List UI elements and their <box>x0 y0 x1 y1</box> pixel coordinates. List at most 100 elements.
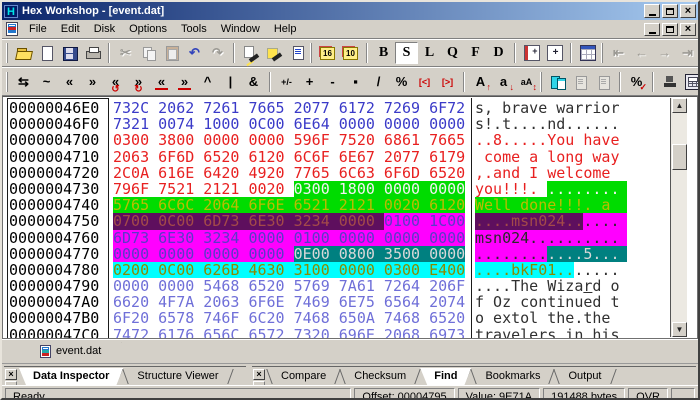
replace-button[interactable] <box>262 42 285 64</box>
ascii-segment[interactable]: msn024.......... <box>475 229 627 246</box>
menu-item-tools[interactable]: Tools <box>174 21 214 37</box>
tab-compare[interactable]: Compare <box>267 368 340 385</box>
toolbar-grip[interactable] <box>6 43 8 63</box>
xor-button[interactable]: ^ <box>196 71 219 93</box>
roll-left-button[interactable]: « <box>150 71 173 93</box>
hex-segment[interactable]: 5765 6C6C 2064 6F6E 6521 2121 0020 6120 <box>113 197 466 213</box>
ascii-segment[interactable]: ....5... <box>547 245 627 262</box>
and-button[interactable]: & <box>242 71 265 93</box>
hex-segment[interactable]: 0300 1800 0000 0000 <box>293 181 466 197</box>
long-button[interactable]: L <box>418 42 441 64</box>
print-button[interactable] <box>81 42 104 64</box>
hex-segment[interactable]: 0E00 0800 3500 0000 <box>293 245 466 262</box>
mdi-restore-button[interactable] <box>662 22 678 36</box>
hex-segment[interactable]: 796F 7521 2121 0020 <box>113 181 294 197</box>
ascii-segment[interactable]: ..8.....You have <box>475 132 620 148</box>
hex-segment[interactable]: 732C 2062 7261 7665 2077 6172 7269 6F72 <box>113 100 465 116</box>
hex-segment[interactable]: 0300 3800 0000 0000 596F 7520 6861 7665 <box>113 132 465 148</box>
toolbar-grip[interactable] <box>310 43 312 63</box>
block-shift-left-button[interactable]: [<] <box>413 71 436 93</box>
restore-button[interactable] <box>662 4 678 18</box>
byte-button[interactable]: B <box>372 42 395 64</box>
copy-special-button[interactable] <box>285 42 308 64</box>
scroll-down-button[interactable]: ▼ <box>672 322 687 337</box>
shift-left-button[interactable]: « <box>58 71 81 93</box>
menu-item-help[interactable]: Help <box>267 21 304 37</box>
ascii-segment[interactable]: o extol the.the <box>475 310 620 326</box>
tab-event-dat[interactable]: event.dat <box>32 342 121 361</box>
hex-segment[interactable]: 0000 0000 0000 0000 <box>113 245 294 262</box>
ascii-segment[interactable]: ,.and I welcome <box>475 165 620 181</box>
subtract-button[interactable]: - <box>321 71 344 93</box>
ascii-segment[interactable]: s, brave warrior <box>475 100 620 116</box>
ascii-segment[interactable]: come a long way <box>475 148 619 164</box>
menu-item-edit[interactable]: Edit <box>54 21 87 37</box>
ascii-segment[interactable]: travelers in his <box>475 326 620 338</box>
hex-base-button[interactable]: 16 <box>316 42 339 64</box>
find-button[interactable] <box>239 42 262 64</box>
menu-item-options[interactable]: Options <box>122 21 174 37</box>
open-button[interactable] <box>12 42 35 64</box>
ascii-segment[interactable]: ....msn024.. <box>475 213 584 230</box>
tab-find[interactable]: Find <box>420 368 471 385</box>
calculator-button[interactable] <box>681 71 698 93</box>
checksum-button[interactable]: % ✓ <box>625 71 648 93</box>
menu-item-disk[interactable]: Disk <box>87 21 122 37</box>
ascii-segment[interactable]: r <box>583 278 592 294</box>
modulus-button[interactable]: % <box>390 71 413 93</box>
hex-segment[interactable]: 2063 6F6D 6520 6120 6C6F 6E67 2077 6179 <box>113 148 465 164</box>
tab-output[interactable]: Output <box>554 368 615 385</box>
hex-segment[interactable]: 0700 0C00 6D73 6E30 3234 0000 <box>113 213 384 230</box>
tab-bookmarks[interactable]: Bookmarks <box>471 368 554 385</box>
toggle-case-button[interactable]: aA ↕ <box>515 71 538 93</box>
uppercase-button[interactable]: A ↑ <box>469 71 492 93</box>
dec-base-button[interactable]: 10 <box>339 42 362 64</box>
short-button[interactable]: S <box>395 42 418 64</box>
scroll-up-button[interactable]: ▲ <box>672 98 687 113</box>
hex-segment[interactable]: 7472 6176 656C 6572 7320 696E 2068 6973 <box>113 326 465 338</box>
ascii-segment[interactable]: s!.t....nd...... <box>475 116 620 132</box>
add-button[interactable]: + <box>298 71 321 93</box>
ascii-segment[interactable]: ....The Wiza <box>475 278 583 294</box>
hex-segment[interactable]: 6620 4F7A 2063 6F6E 7469 6E75 6564 2074 <box>113 294 465 310</box>
menu-item-window[interactable]: Window <box>214 21 267 37</box>
shift-right-button[interactable]: » <box>81 71 104 93</box>
not-button[interactable]: ~ <box>35 71 58 93</box>
new-button[interactable] <box>35 42 58 64</box>
ascii-segment[interactable]: you!!!. <box>475 181 547 197</box>
tab-data-inspector[interactable]: Data Inspector <box>19 368 123 385</box>
multiply-button[interactable]: ▪ <box>344 71 367 93</box>
mdi-minimize-button[interactable] <box>644 22 660 36</box>
hex-segment[interactable]: 0000 0000 5468 6520 5769 7A61 7264 206F <box>113 278 465 294</box>
hex-segment[interactable]: 0100 1C00 <box>383 213 466 230</box>
document-system-icon[interactable] <box>6 22 18 36</box>
toolbar-grip[interactable] <box>540 71 542 92</box>
ascii-segment[interactable]: ........ <box>475 245 548 262</box>
ascii-segment[interactable]: Well done!!!. a <box>475 197 627 213</box>
ascii-segment[interactable]: ........ <box>547 181 627 197</box>
tab-checksum[interactable]: Checksum <box>340 368 420 385</box>
hex-segment[interactable]: 6D73 6E30 3234 0000 0100 0000 0000 0000 <box>113 229 466 246</box>
compare-files-button[interactable] <box>546 71 569 93</box>
toolbar-grip[interactable] <box>6 71 8 92</box>
minimize-button[interactable] <box>644 4 660 18</box>
vertical-scrollbar[interactable]: ▲ ▼ <box>670 98 687 337</box>
ascii-segment[interactable]: d o <box>592 278 619 294</box>
left-panel-close-button[interactable]: × <box>5 369 17 380</box>
toolbar-grip[interactable] <box>601 43 603 63</box>
negate-button[interactable]: +/- <box>275 71 298 93</box>
swap-bytes-button[interactable]: ⇆ <box>12 71 35 93</box>
close-button[interactable]: × <box>680 4 696 18</box>
smart-map-button[interactable] <box>658 71 681 93</box>
hex-segment[interactable]: 7321 0074 1000 0C00 6E64 0000 0000 0000 <box>113 116 465 132</box>
or-button[interactable]: | <box>219 71 242 93</box>
tab-structure-viewer[interactable]: Structure Viewer <box>123 368 232 385</box>
hex-editor[interactable]: 00000046E0 732C 2062 7261 7665 2077 6172 … <box>2 96 698 339</box>
insert-remove-button[interactable] <box>520 42 543 64</box>
mdi-close-button[interactable]: × <box>680 22 696 36</box>
double-button[interactable]: D <box>487 42 510 64</box>
grid-view-button[interactable] <box>576 42 599 64</box>
ascii-segment[interactable]: ..... <box>574 262 619 278</box>
hex-segment[interactable]: 0200 0C00 626B 4630 3100 0000 0300 E400 <box>113 262 466 278</box>
ascii-segment[interactable]: ....bkF01.. <box>475 262 575 278</box>
